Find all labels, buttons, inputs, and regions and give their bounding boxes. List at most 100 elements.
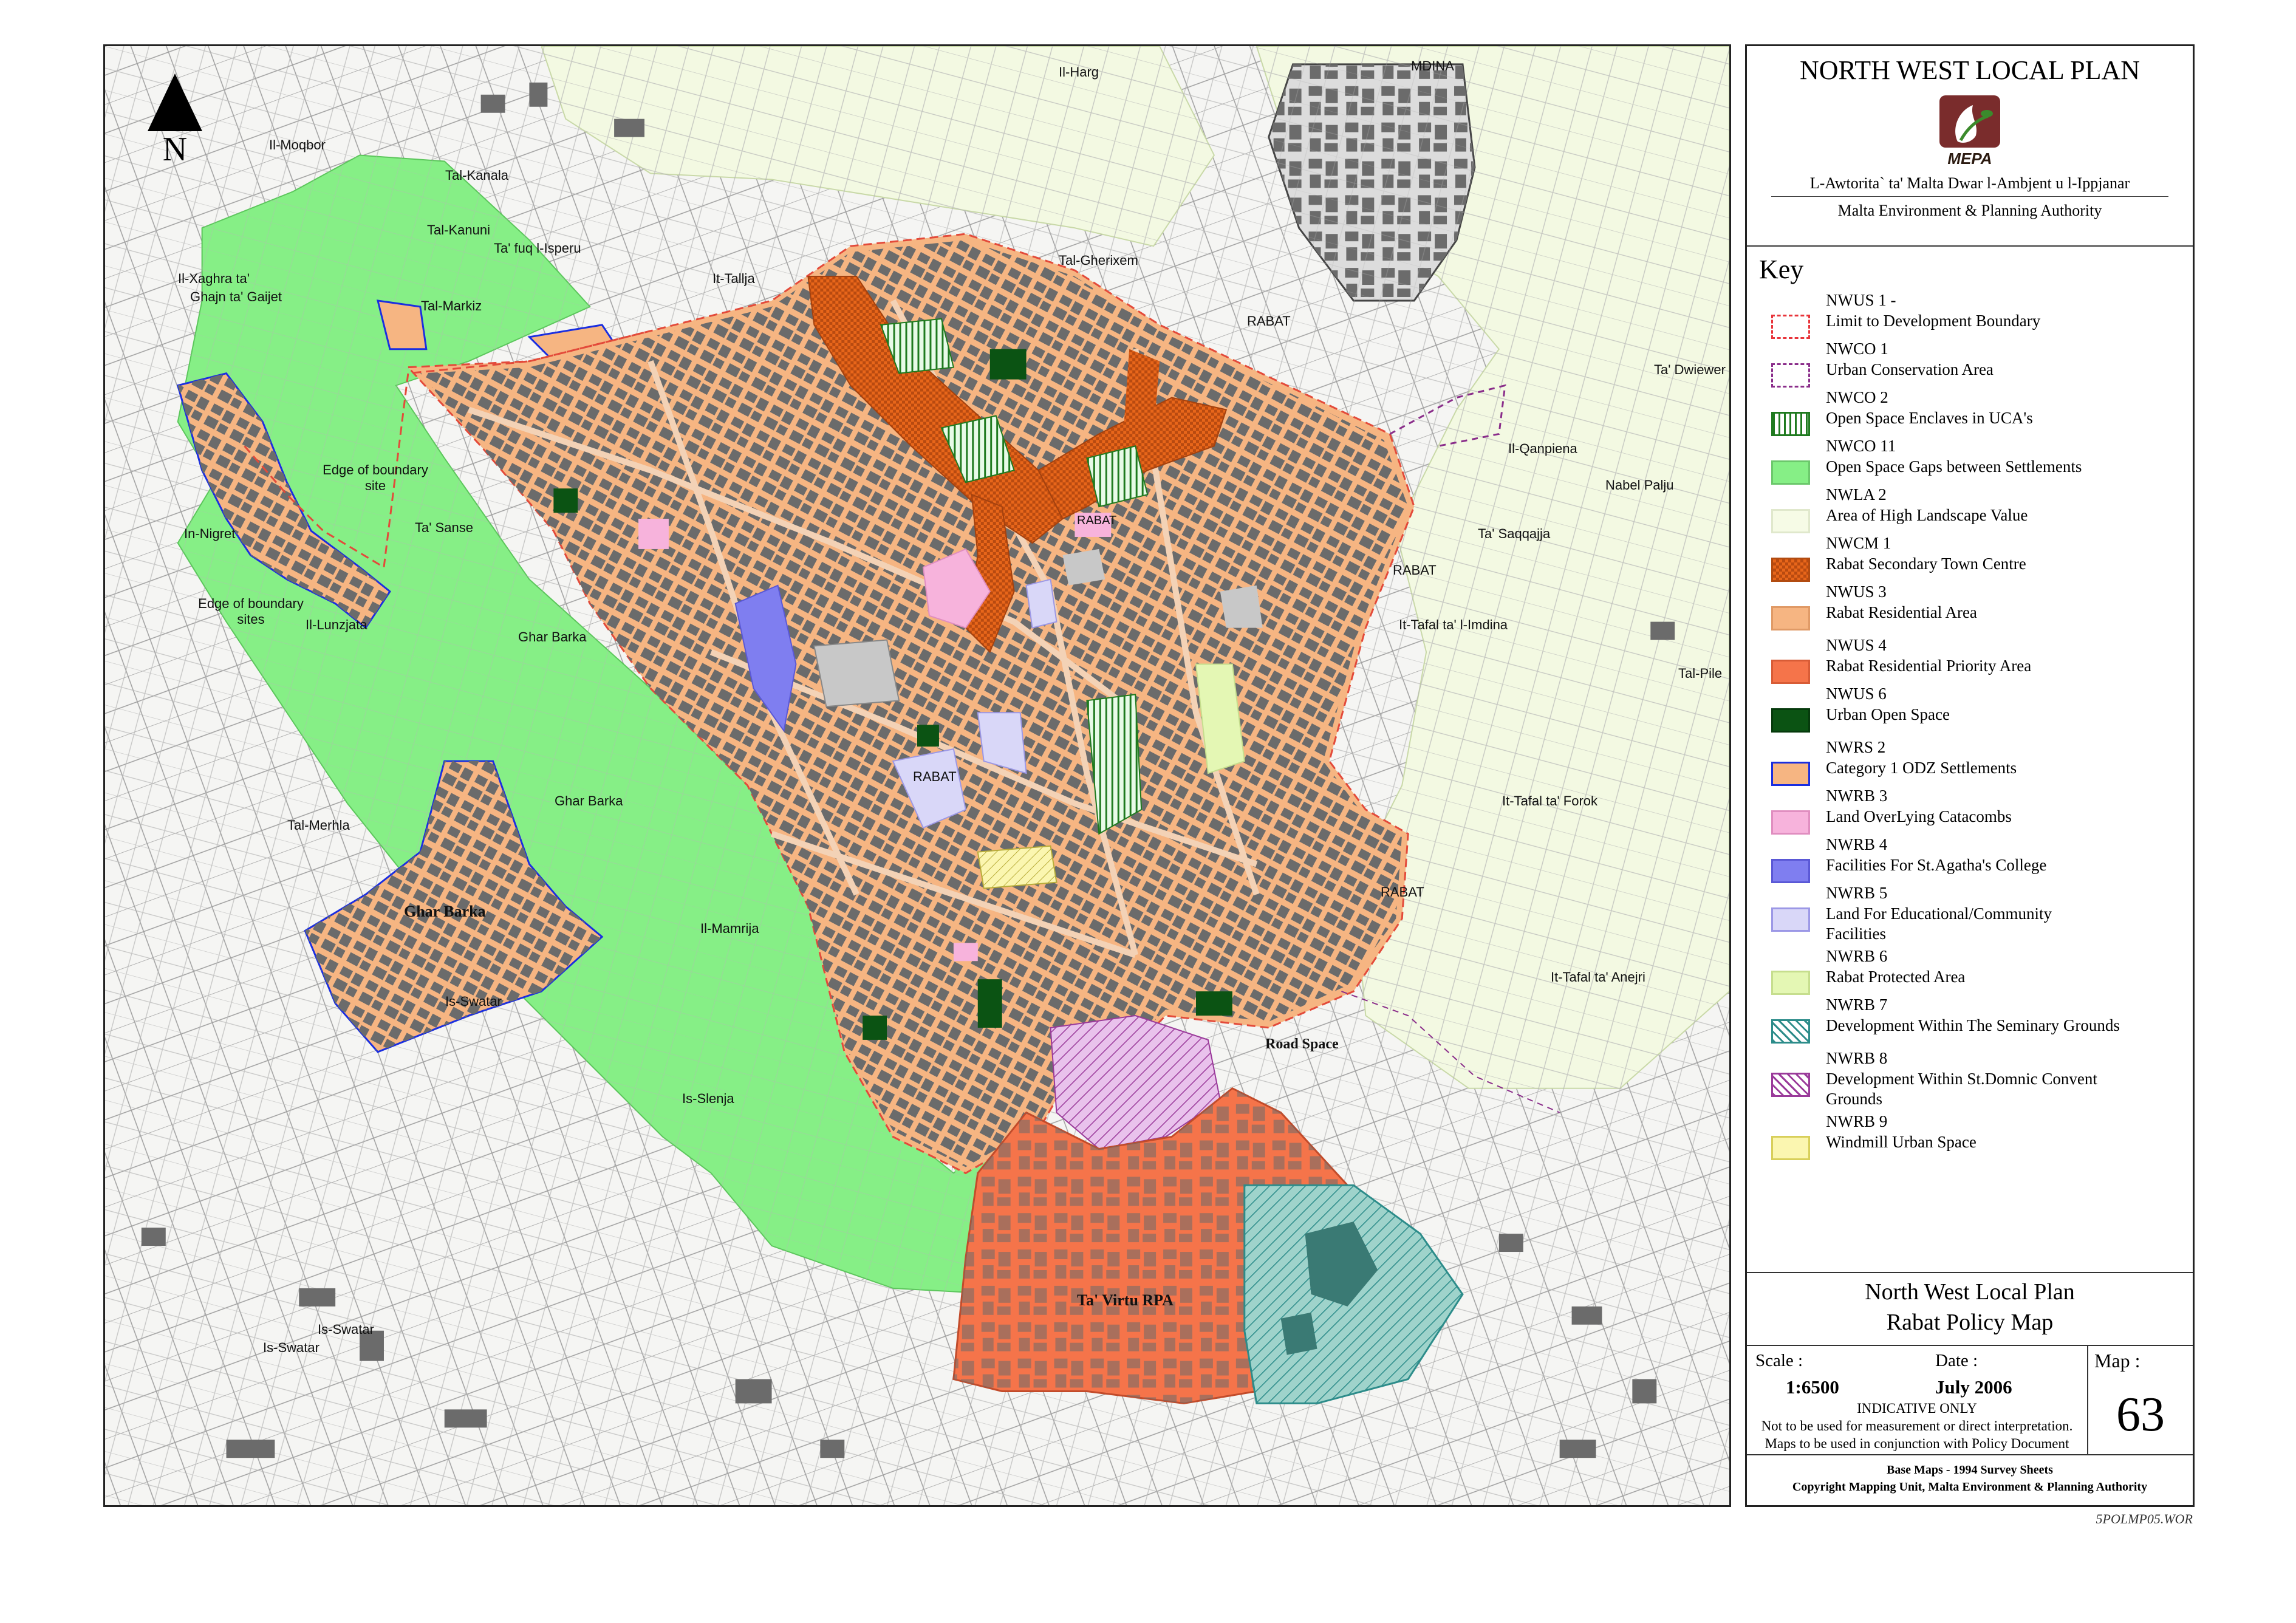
key-code: NWRB 9	[1826, 1112, 1888, 1130]
map-label-nabel-palju: Nabel Palju	[1605, 477, 1674, 493]
mepa-logo-text: MEPA	[1947, 149, 1992, 168]
map-number-label: Map :	[2094, 1350, 2141, 1372]
map-label-ghar-barka-2: Ghar Barka	[518, 629, 587, 644]
map-label-tal-kanala: Tal-Kanala	[445, 168, 508, 183]
map-label-tal-gherixem: Tal-Gherixem	[1059, 253, 1138, 268]
key-swatch	[1771, 315, 1810, 339]
scale-value: 1:6500	[1786, 1376, 1839, 1398]
key-code: NWRB 5	[1826, 884, 1888, 902]
map-label-ta-virtu-rpa: Ta' Virtu RPA	[1077, 1291, 1174, 1309]
plan-title: NORTH WEST LOCAL PLAN	[1800, 55, 2140, 85]
key-description: Area of High Landscape Value	[1826, 506, 2028, 524]
date-value: July 2006	[1935, 1376, 2012, 1398]
key-code: NWCO 11	[1826, 437, 1896, 455]
key-code: NWRB 8	[1826, 1049, 1888, 1067]
map-label-ghar-barka-3: Ghar Barka	[555, 793, 623, 808]
north-arrow-icon	[148, 73, 202, 131]
map-label-il-qanpiena: Il-Qanpiena	[1508, 441, 1577, 456]
key-code: NWUS 1 -	[1826, 291, 1896, 309]
map-label-ghar-barka: Ghar Barka	[404, 903, 486, 920]
key-description: Open Space Enclaves in UCA's	[1826, 409, 2033, 427]
map-label-it-tafal-ta-anejri: It-Tafal ta' Anejri	[1551, 969, 1645, 985]
base-map-credits: Base Maps - 1994 Survey Sheets Copyright…	[1747, 1455, 2193, 1509]
key-swatch	[1771, 907, 1810, 932]
map-label-ta-sanse: Ta' Sanse	[415, 520, 473, 535]
key-swatch	[1771, 1019, 1810, 1044]
map-label-it-tafal-ta-l-imdina: It-Tafal ta' l-Imdina	[1399, 617, 1508, 632]
key-code: NWCM 1	[1826, 534, 1891, 552]
key-swatch	[1771, 859, 1810, 883]
key-swatch	[1771, 606, 1810, 630]
map-label-rabat-5: RABAT	[1393, 562, 1437, 578]
map-label-edge-boundary-site: Edge of boundary site	[323, 462, 428, 493]
file-reference: 5POLMP05.WOR	[2096, 1511, 2193, 1526]
authority-name-english: Malta Environment & Planning Authority	[1771, 196, 2168, 220]
map-label-tal-kanuni: Tal-Kanuni	[427, 222, 490, 237]
map-label-it-tallja: It-Tallja	[712, 271, 755, 286]
map-label-is-swatar-3: Is-Swatar	[263, 1340, 319, 1355]
map-label-it-tafal-ta-forok: It-Tafal ta' Forok	[1502, 793, 1598, 808]
key-code: NWRB 3	[1826, 787, 1888, 805]
north-label: N	[162, 131, 188, 168]
key-swatch	[1771, 660, 1810, 684]
key-description: Facilities For St.Agatha's College	[1826, 856, 2047, 874]
policy-map: N Edge of boundary site Edge of boundary…	[103, 44, 1731, 1507]
north-arrow: N	[148, 73, 202, 183]
key-swatch	[1771, 708, 1810, 733]
map-label-rabat-3: RABAT	[913, 769, 957, 784]
key-code: NWUS 4	[1826, 636, 1887, 654]
policy-note: Maps to be used in conjunction with Poli…	[1765, 1436, 2069, 1451]
map-label-rabat-1: RABAT	[1247, 313, 1291, 329]
key-description: Rabat Residential Area	[1826, 603, 1977, 621]
legend-panel: NORTH WEST LOCAL PLAN MEPA L-Awtorita` t…	[1745, 44, 2195, 1507]
map-label-il-harg: Il-Harg	[1059, 64, 1099, 80]
map-label-in-nigret: In-Nigret	[184, 526, 236, 541]
map-number-box: Map : 63	[2087, 1346, 2193, 1455]
key-description: Development Within St.Domnic Convent Gro…	[1826, 1070, 2097, 1108]
map-label-tal-markiz: Tal-Markiz	[421, 298, 482, 313]
key-swatch	[1771, 460, 1810, 485]
key-code: NWRB 6	[1826, 947, 1888, 965]
key-code: NWCO 1	[1826, 340, 1888, 358]
base-map-line: Base Maps - 1994 Survey Sheets	[1887, 1463, 2053, 1477]
key-code: NWCO 2	[1826, 388, 1888, 406]
key-swatch	[1771, 558, 1810, 582]
map-label-edge-boundary-sites: Edge of boundary sites	[198, 596, 304, 627]
key-swatch	[1771, 1073, 1810, 1097]
key-code: NWLA 2	[1826, 485, 1887, 504]
measurement-note: Not to be used for measurement or direct…	[1761, 1418, 2073, 1433]
key-swatch	[1771, 412, 1810, 436]
map-label-road-space: Road Space	[1265, 1036, 1339, 1052]
map-label-ta-fuq-l-isperu: Ta' fuq l-Isperu	[494, 241, 581, 256]
key-description: Rabat Protected Area	[1826, 968, 1966, 986]
key-code: NWRS 2	[1826, 738, 1886, 756]
map-label-il-mamrija: Il-Mamrija	[700, 921, 759, 936]
key-swatch	[1771, 509, 1810, 533]
key-swatch	[1771, 810, 1810, 835]
key-swatch	[1771, 1136, 1810, 1160]
map-title-line2: Rabat Policy Map	[1886, 1310, 2054, 1335]
map-label-rabat-4: RABAT	[1381, 884, 1424, 900]
key-description: Rabat Residential Priority Area	[1826, 657, 2032, 675]
map-label-is-slenja: Is-Slenja	[682, 1091, 734, 1106]
key-code: NWUS 6	[1826, 685, 1887, 703]
map-key: Key NWUS 1 - Limit to Development Boundar…	[1747, 247, 2193, 1273]
indicative-note: INDICATIVE ONLY	[1857, 1401, 1977, 1416]
key-description: Urban Conservation Area	[1826, 360, 1994, 378]
map-label-mdina: MDINA	[1411, 58, 1454, 73]
key-swatch	[1771, 762, 1810, 786]
map-metadata: Scale : 1:6500 Date : July 2006 INDICATI…	[1747, 1346, 2193, 1455]
date-label: Date :	[1935, 1351, 1978, 1370]
map-title-box: North West Local Plan Rabat Policy Map	[1747, 1273, 2193, 1346]
map-label-tal-pile: Tal-Pile	[1678, 666, 1723, 681]
key-description: Development Within The Seminary Grounds	[1826, 1016, 2120, 1034]
map-label-ta-dwiewer: Ta' Dwiewer	[1654, 362, 1726, 377]
map-label-il-moqbor: Il-Moqbor	[269, 137, 326, 152]
key-description: Land For Educational/Community Facilitie…	[1826, 904, 2052, 943]
map-label-il-xaghra: Il-Xaghra ta'	[178, 271, 250, 286]
map-label-tal-merhla: Tal-Merhla	[287, 818, 350, 833]
key-description: Open Space Gaps between Settlements	[1826, 457, 2082, 476]
mepa-logo: MEPA	[1933, 93, 2006, 168]
map-label-is-swatar: Is-Swatar	[445, 994, 502, 1009]
map-label-il-lunzjata: Il-Lunzjata	[306, 617, 367, 632]
